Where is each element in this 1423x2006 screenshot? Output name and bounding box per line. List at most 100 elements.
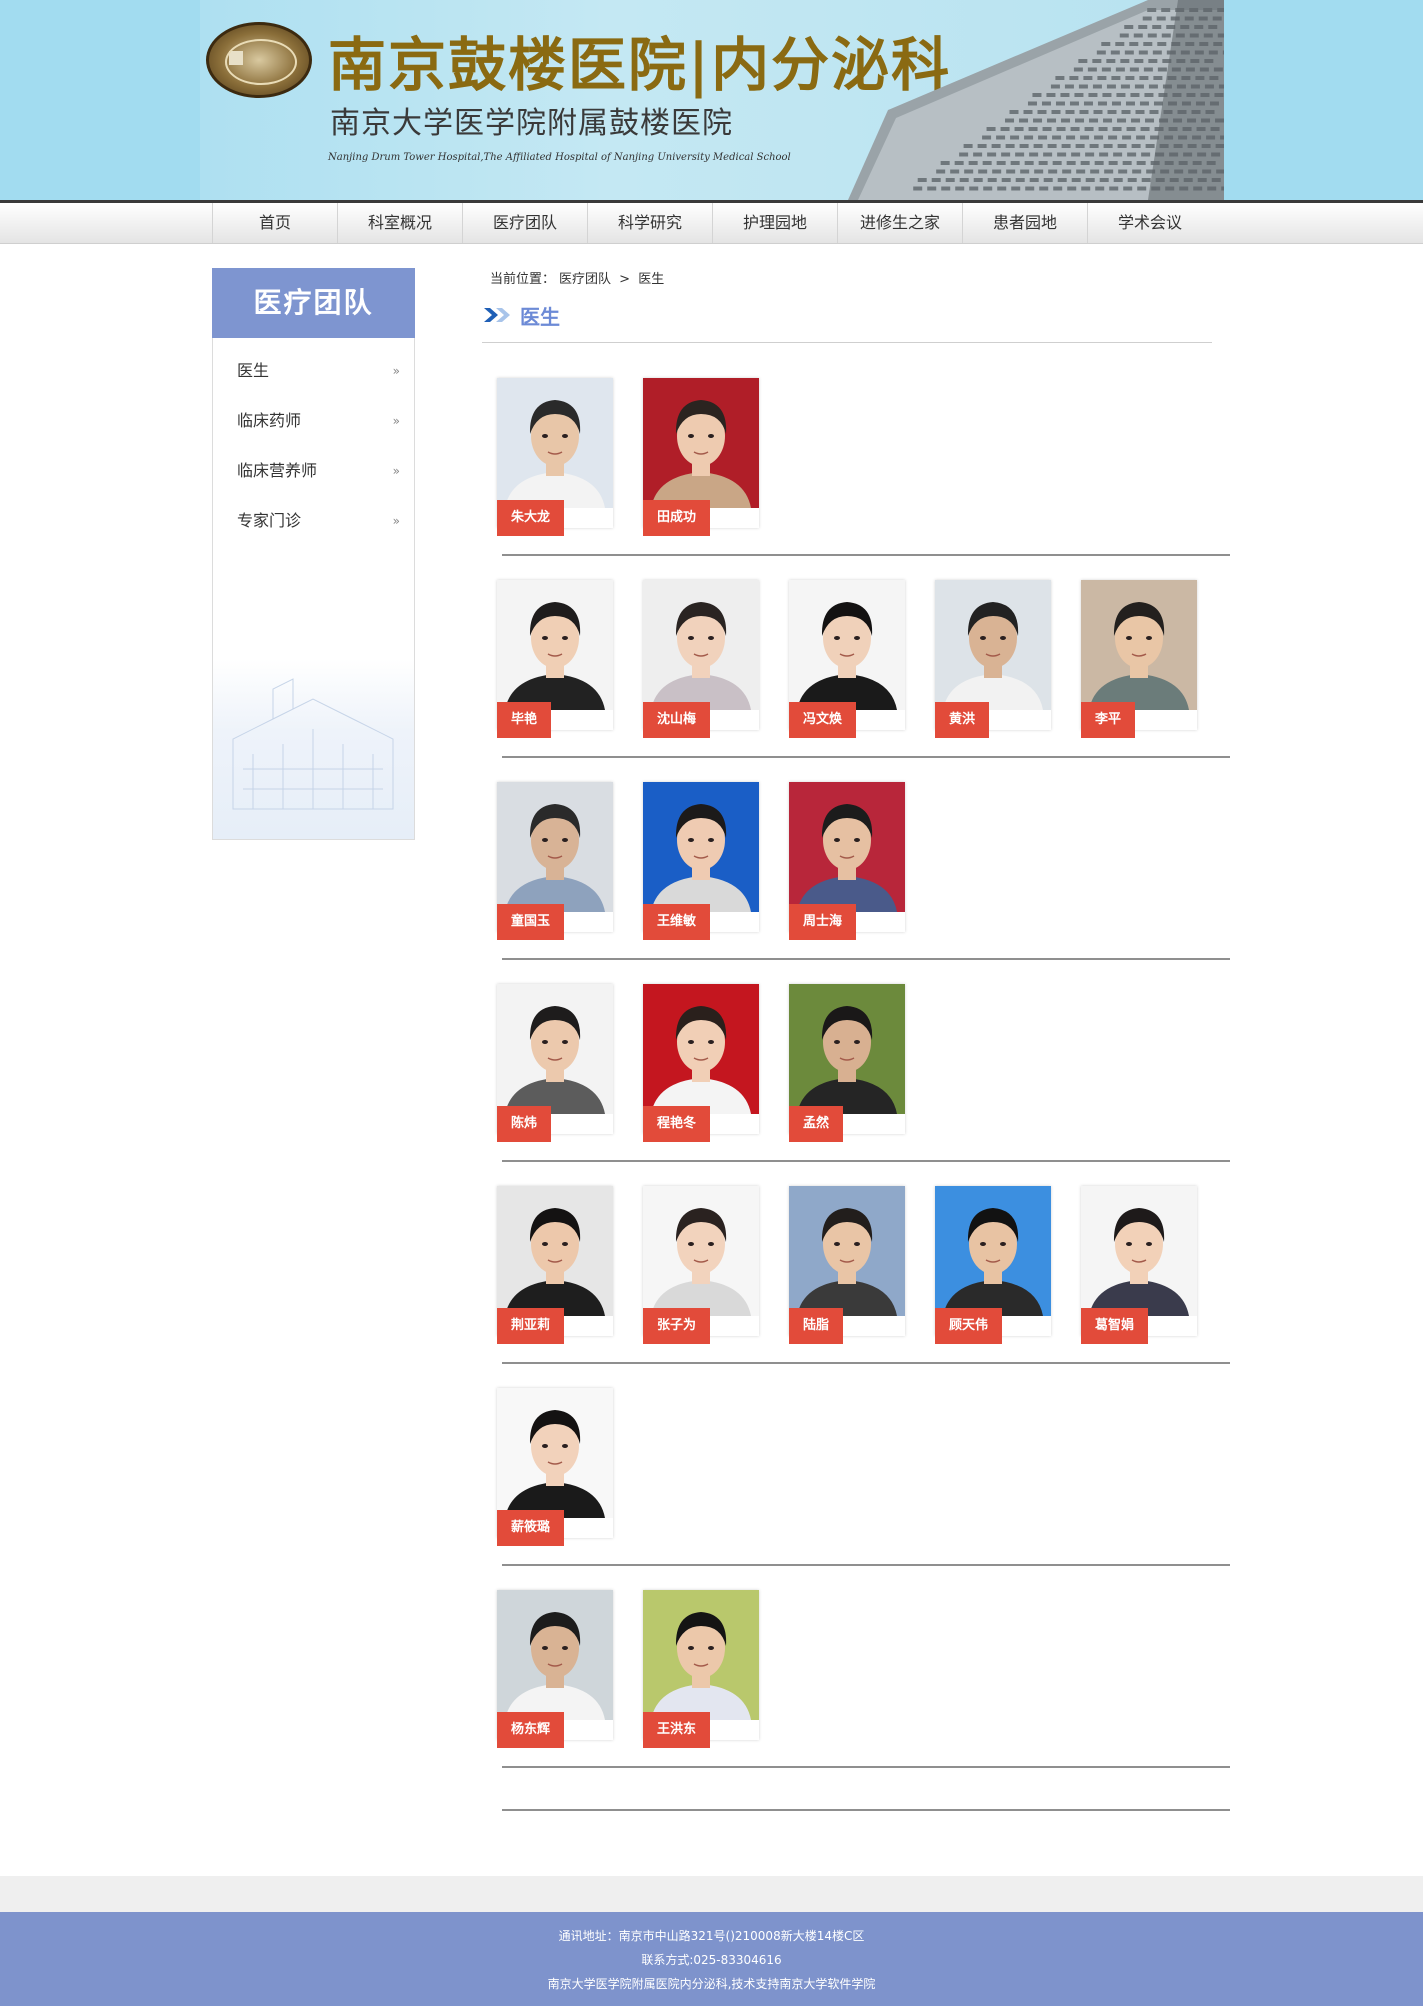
doctor-photo: [789, 1186, 905, 1316]
doctor-card[interactable]: 程艳冬: [643, 984, 759, 1142]
site-subtitle: 南京大学医学院附属鼓楼医院: [330, 106, 733, 141]
main-nav: 首页 科室概况 医疗团队 科学研究 护理园地 进修生之家 患者园地 学术会议: [0, 200, 1423, 244]
doctor-name[interactable]: 葛智娟: [1081, 1308, 1149, 1344]
doctor-row: 薪筱璐: [497, 1388, 1232, 1590]
doctor-row: 杨东辉 王洪东: [497, 1590, 1232, 1792]
doctor-name[interactable]: 周士海: [789, 904, 857, 940]
doctor-photo: [497, 1590, 613, 1720]
doctor-card[interactable]: 张子为: [643, 1186, 759, 1344]
doctor-card[interactable]: 陆脂: [789, 1186, 905, 1344]
doctor-card[interactable]: 周士海: [789, 782, 905, 940]
doctor-card[interactable]: 杨东辉: [497, 1590, 613, 1748]
sidebar-item-2[interactable]: 临床营养师 »: [213, 446, 414, 496]
doctor-grid: 朱大龙 田成功毕艳 沈山梅 冯文焕 黄洪 李平童国玉 王维敏 周士海陈炜 程艳冬 孟然荆亚莉 张子为…: [497, 378, 1232, 1792]
doctor-photo: [789, 580, 905, 710]
doctor-name[interactable]: 陆脂: [789, 1308, 844, 1344]
doctor-photo: [789, 984, 905, 1114]
doctor-name[interactable]: 程艳冬: [643, 1106, 711, 1142]
chevron-right-icon: »: [392, 414, 400, 428]
nav-item-5[interactable]: 进修生之家: [837, 203, 962, 243]
doctor-name[interactable]: 毕艳: [497, 702, 552, 738]
sidebar-item-label: 临床药师: [237, 411, 302, 430]
doctor-photo: [497, 1388, 613, 1518]
doctor-card[interactable]: 陈炜: [497, 984, 613, 1142]
doctor-card[interactable]: 薪筱璐: [497, 1388, 613, 1546]
sidebar-item-0[interactable]: 医生 »: [213, 346, 414, 396]
doctor-name[interactable]: 王洪东: [643, 1712, 711, 1748]
nav-item-7[interactable]: 学术会议: [1087, 203, 1212, 243]
row-divider: [502, 958, 1230, 960]
footer-address: 通讯地址：南京市中山路321号()210008新大楼14楼C区: [558, 1929, 865, 1943]
chevron-right-icon: »: [392, 464, 400, 478]
doctor-name[interactable]: 童国玉: [497, 904, 565, 940]
doctor-name[interactable]: 王维敏: [643, 904, 711, 940]
doctor-name[interactable]: 李平: [1081, 702, 1136, 738]
banner-inner: 南京鼓楼医院|内分泌科 南京大学医学院附属鼓楼医院 Nanjing Drum T…: [200, 0, 1224, 200]
doctor-photo: [643, 378, 759, 508]
footer: 通讯地址：南京市中山路321号()210008新大楼14楼C区 联系方式:025…: [0, 1912, 1423, 2006]
doctor-photo: [497, 580, 613, 710]
doctor-row: 朱大龙 田成功: [497, 378, 1232, 580]
doctor-row: 毕艳 沈山梅 冯文焕 黄洪 李平: [497, 580, 1232, 782]
breadcrumb: 当前位置： 医疗团队 > 医生: [490, 268, 668, 287]
doctor-card[interactable]: 王维敏: [643, 782, 759, 940]
sidebar-decoration-image: [213, 659, 414, 839]
doctor-card[interactable]: 葛智娟: [1081, 1186, 1197, 1344]
doctor-name[interactable]: 陈炜: [497, 1106, 552, 1142]
doctor-card[interactable]: 荆亚莉: [497, 1186, 613, 1344]
section-heading: 医生: [482, 300, 560, 330]
chevron-right-icon: »: [392, 514, 400, 528]
doctor-card[interactable]: 顾天伟: [935, 1186, 1051, 1344]
nav-item-3[interactable]: 科学研究: [587, 203, 712, 243]
breadcrumb-link-medical-team[interactable]: 医疗团队: [559, 272, 611, 287]
doctor-name[interactable]: 田成功: [643, 500, 711, 536]
doctor-name[interactable]: 张子为: [643, 1308, 711, 1344]
sidebar-menu: 医生 » 临床药师 » 临床营养师 » 专家门诊 »: [213, 338, 414, 546]
footer-spacer: [0, 1876, 1423, 1912]
hospital-seal-logo: [206, 22, 312, 98]
nav-item-6[interactable]: 患者园地: [962, 203, 1087, 243]
footer-contact: 联系方式:025-83304616: [641, 1953, 782, 1967]
nav-item-1[interactable]: 科室概况: [337, 203, 462, 243]
doctor-card[interactable]: 朱大龙: [497, 378, 613, 536]
doctor-card[interactable]: 黄洪: [935, 580, 1051, 738]
row-divider: [502, 1362, 1230, 1364]
doctor-name[interactable]: 黄洪: [935, 702, 990, 738]
doctor-name[interactable]: 荆亚莉: [497, 1308, 565, 1344]
nav-item-4[interactable]: 护理园地: [712, 203, 837, 243]
doctor-card[interactable]: 沈山梅: [643, 580, 759, 738]
doctor-card[interactable]: 孟然: [789, 984, 905, 1142]
doctor-photo: [643, 1186, 759, 1316]
nav-items: 首页 科室概况 医疗团队 科学研究 护理园地 进修生之家 患者园地 学术会议: [212, 203, 1212, 243]
row-divider: [502, 554, 1230, 556]
nav-item-0[interactable]: 首页: [212, 203, 337, 243]
doctor-name[interactable]: 顾天伟: [935, 1308, 1003, 1344]
doctor-row: 陈炜 程艳冬 孟然: [497, 984, 1232, 1186]
site-english-title: Nanjing Drum Tower Hospital,The Affiliat…: [328, 152, 791, 163]
doctor-name[interactable]: 孟然: [789, 1106, 844, 1142]
sidebar-item-3[interactable]: 专家门诊 »: [213, 496, 414, 546]
doctor-name[interactable]: 杨东辉: [497, 1712, 565, 1748]
doctor-photo: [935, 1186, 1051, 1316]
doctor-photo: [643, 580, 759, 710]
doctor-name[interactable]: 朱大龙: [497, 500, 565, 536]
doctor-photo: [1081, 1186, 1197, 1316]
sidebar-item-1[interactable]: 临床药师 »: [213, 396, 414, 446]
doctor-card[interactable]: 田成功: [643, 378, 759, 536]
doctor-name[interactable]: 沈山梅: [643, 702, 711, 738]
row-divider: [502, 756, 1230, 758]
breadcrumb-current: 医生: [638, 272, 665, 287]
doctor-card[interactable]: 李平: [1081, 580, 1197, 738]
row-divider: [502, 1160, 1230, 1162]
doctor-card[interactable]: 冯文焕: [789, 580, 905, 738]
seal-cross-icon: [229, 51, 243, 65]
doctor-card[interactable]: 毕艳: [497, 580, 613, 738]
doctor-photo: [497, 1186, 613, 1316]
doctor-name[interactable]: 薪筱璐: [497, 1510, 565, 1546]
section-divider: [482, 342, 1212, 343]
doctor-name[interactable]: 冯文焕: [789, 702, 857, 738]
doctor-card[interactable]: 王洪东: [643, 1590, 759, 1748]
doctor-row: 童国玉 王维敏 周士海: [497, 782, 1232, 984]
nav-item-2[interactable]: 医疗团队: [462, 203, 587, 243]
doctor-card[interactable]: 童国玉: [497, 782, 613, 940]
